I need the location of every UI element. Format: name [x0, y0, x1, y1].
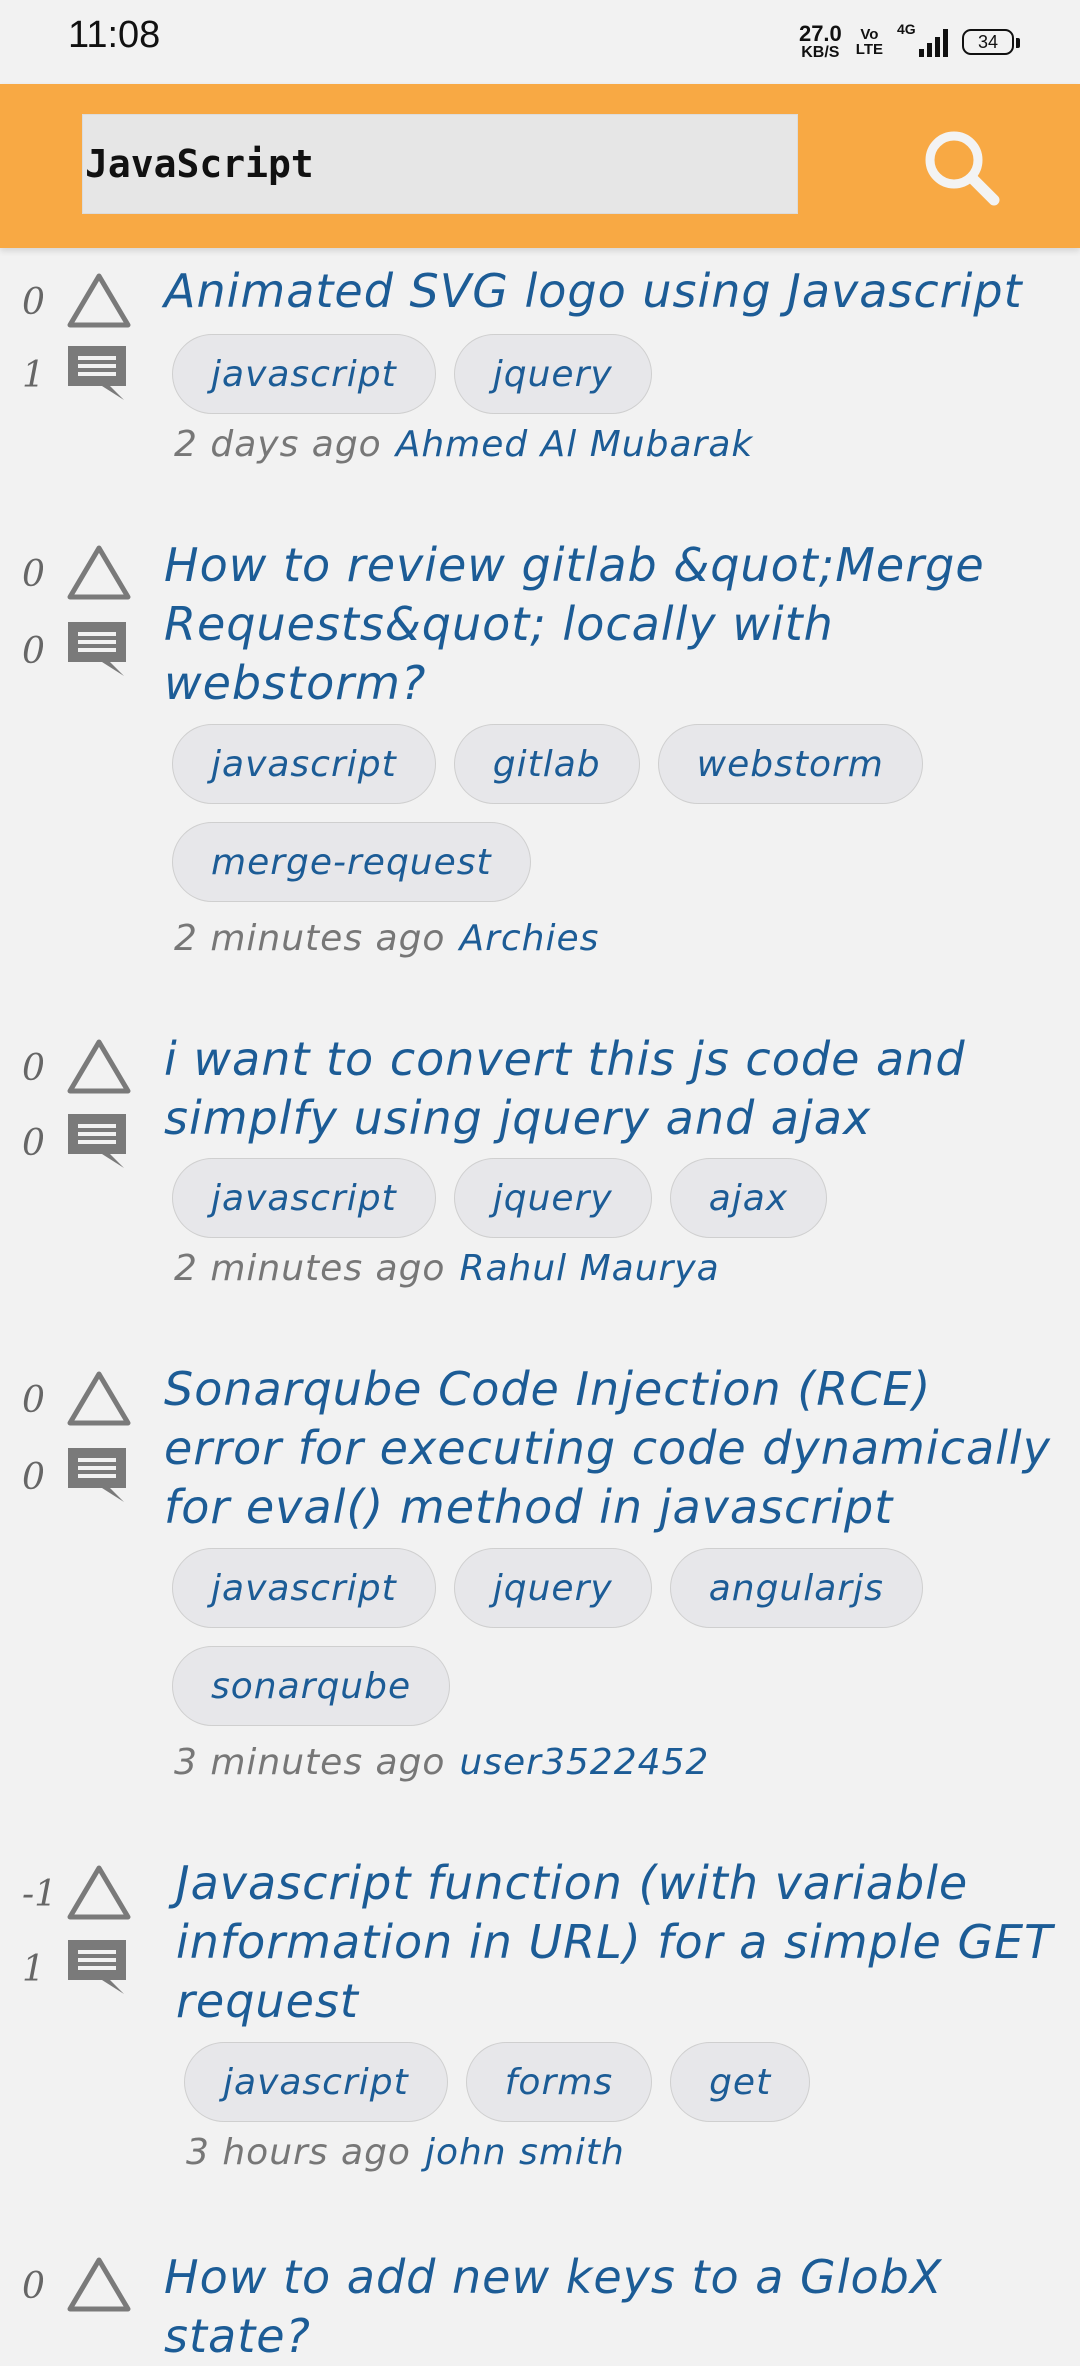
status-bar: 11:08 27.0 KB/S Vo LTE 4G 34 [0, 0, 1080, 84]
tag-list: javascript gitlab webstorm merge-request [172, 724, 1040, 902]
question-meta: 2 days ago Ahmed Al Mubarak [174, 424, 753, 465]
search-button[interactable] [918, 124, 1004, 210]
volte-top: Vo [860, 26, 879, 43]
tag-chip[interactable]: javascript [172, 334, 436, 414]
answer-count: 0 [22, 630, 45, 672]
upvote-icon [67, 545, 131, 600]
app-toolbar: JavaScript [0, 84, 1080, 248]
tag-chip[interactable]: angularjs [669, 1548, 923, 1628]
vote-count: 0 [22, 1047, 45, 1089]
question-meta: 2 minutes ago Archies [174, 918, 599, 959]
tag-list: javascript jquery [172, 334, 1040, 414]
question-title[interactable]: How to review gitlab &quot;Merge Request… [164, 536, 1060, 713]
status-icons: 27.0 KB/S Vo LTE 4G 34 [799, 20, 1020, 64]
signal-icon: 4G [897, 21, 948, 57]
upvote-icon [67, 2257, 131, 2312]
question-time: 3 minutes ago [174, 1742, 446, 1783]
network-speed-value: 27.0 [798, 21, 842, 46]
question-meta: 3 hours ago john smith [186, 2132, 625, 2173]
tag-chip[interactable]: webstorm [657, 724, 923, 804]
vote-count: 0 [22, 281, 45, 323]
question-title[interactable]: i want to convert this js code and simpl… [164, 1030, 1060, 1148]
upvote-icon [67, 1865, 131, 1920]
question-meta: 3 minutes ago user3522452 [174, 1742, 709, 1783]
vote-count-row[interactable]: 0 [22, 1036, 134, 1100]
tag-chip[interactable]: javascript [172, 724, 436, 804]
tag-list: javascript jquery ajax [172, 1158, 1040, 1238]
tag-chip[interactable]: jquery [453, 334, 652, 414]
answer-count: 1 [22, 354, 45, 396]
question-title[interactable]: Animated SVG logo using Javascript [164, 262, 1060, 321]
vote-count-row[interactable]: 0 [22, 2254, 134, 2318]
comment-icon [68, 1114, 126, 1168]
question-time: 2 minutes ago [174, 1248, 446, 1289]
answer-count: 0 [22, 1122, 45, 1164]
network-type: 4G [897, 21, 916, 37]
upvote-icon [67, 1039, 131, 1094]
comment-icon [68, 346, 126, 400]
answer-count: 1 [22, 1948, 45, 1990]
question-author[interactable]: Archies [459, 918, 599, 959]
tag-chip[interactable]: gitlab [453, 724, 640, 804]
question-title[interactable]: How to add new keys to a GlobX state? [164, 2248, 1060, 2366]
question-author[interactable]: john smith [425, 2132, 625, 2173]
tag-chip[interactable]: ajax [669, 1158, 828, 1238]
vote-count: 0 [22, 553, 45, 595]
comment-icon [68, 1940, 126, 1994]
comment-icon [68, 1448, 126, 1502]
volte-bottom: LTE [855, 41, 883, 58]
tag-chip[interactable]: merge-request [172, 822, 531, 902]
network-speed-unit: KB/S [801, 44, 840, 61]
tag-list: javascript jquery angularjs sonarqube [172, 1548, 1040, 1726]
tag-chip[interactable]: javascript [184, 2042, 448, 2122]
vote-count: 0 [22, 2265, 45, 2307]
question-time: 3 hours ago [186, 2132, 411, 2173]
tag-chip[interactable]: javascript [172, 1548, 436, 1628]
battery-icon: 34 [962, 29, 1020, 55]
tag-chip[interactable]: jquery [453, 1548, 652, 1628]
question-title[interactable]: Sonarqube Code Injection (RCE) error for… [164, 1360, 1060, 1537]
vote-count-row[interactable]: 0 [22, 1368, 134, 1432]
vote-count: -1 [22, 1873, 58, 1915]
answer-count-row: 0 [22, 1110, 130, 1176]
search-icon [925, 131, 1000, 206]
tag-list: javascript forms get [184, 2042, 1040, 2122]
upvote-icon [67, 273, 131, 328]
network-speed: 27.0 KB/S [799, 23, 842, 61]
answer-count-row: 1 [22, 1936, 130, 2002]
question-time: 2 days ago [174, 424, 382, 465]
answer-count-row: 0 [22, 618, 130, 684]
status-time: 11:08 [68, 14, 161, 56]
question-title[interactable]: Javascript function (with variable infor… [176, 1854, 1060, 2031]
tag-chip[interactable]: sonarqube [172, 1646, 451, 1726]
tag-chip[interactable]: jquery [453, 1158, 652, 1238]
vote-count: 0 [22, 1379, 45, 1421]
vote-count-row[interactable]: -1 [22, 1862, 134, 1926]
answer-count: 0 [22, 1456, 45, 1498]
vote-count-row[interactable]: 0 [22, 542, 134, 606]
answer-count-row: 0 [22, 1444, 130, 1510]
question-author[interactable]: Ahmed Al Mubarak [396, 424, 754, 465]
battery-level: 34 [977, 31, 999, 52]
question-meta: 2 minutes ago Rahul Maurya [174, 1248, 720, 1289]
tag-chip[interactable]: javascript [172, 1158, 436, 1238]
question-author[interactable]: user3522452 [459, 1742, 709, 1783]
vote-count-row[interactable]: 0 [22, 270, 134, 334]
answer-count-row: 1 [22, 342, 130, 408]
question-author[interactable]: Rahul Maurya [459, 1248, 719, 1289]
tag-chip[interactable]: forms [465, 2042, 653, 2122]
volte-icon: Vo LTE [856, 27, 883, 57]
tag-chip[interactable]: get [670, 2042, 811, 2122]
question-time: 2 minutes ago [174, 918, 446, 959]
comment-icon [68, 622, 126, 676]
upvote-icon [67, 1371, 131, 1426]
search-input[interactable]: JavaScript [82, 114, 798, 214]
